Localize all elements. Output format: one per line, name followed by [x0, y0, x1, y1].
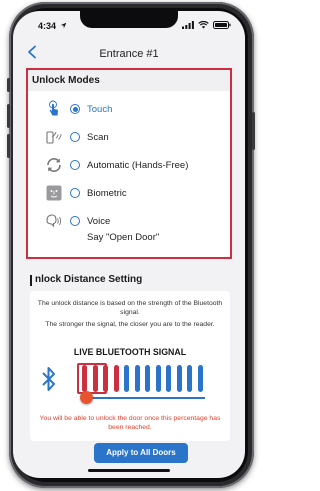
distance-slider-knob[interactable]: [79, 391, 93, 404]
mode-option-biometric[interactable]: Biometric: [28, 184, 230, 204]
status-bar: 4:34: [13, 11, 245, 41]
volume-down-button: [7, 134, 10, 158]
mode-option-touch[interactable]: Touch: [28, 100, 230, 120]
distance-slider-track[interactable]: [86, 397, 205, 399]
scan-phone-icon: [46, 131, 62, 144]
mode-label-biometric: Biometric: [87, 188, 127, 199]
face-id-icon: [46, 185, 62, 201]
distance-section-title: nlock Distance Setting: [35, 274, 143, 285]
signal-title: LIVE BLUETOOTH SIGNAL: [73, 347, 187, 357]
app-screen: 4:34 Entrance #1 Unlock Modes Touch Scan…: [13, 11, 245, 478]
volume-up-button: [7, 104, 10, 128]
power-button: [252, 112, 255, 150]
page-title: Entrance #1: [99, 48, 159, 60]
distance-description: The unlock distance is based on the stre…: [37, 300, 223, 316]
navigation-bar: Entrance #1: [13, 41, 245, 69]
signal-bar: [113, 365, 119, 392]
unlock-modes-header: Unlock Modes: [28, 70, 230, 91]
mode-option-scan[interactable]: Scan: [28, 128, 230, 148]
distance-settings-card: The unlock distance is based on the stre…: [30, 291, 230, 441]
mode-label-scan: Scan: [87, 132, 109, 143]
voice-icon: [46, 214, 62, 228]
auto-sync-icon: [47, 158, 61, 172]
wifi-icon: [198, 21, 209, 29]
mode-option-automatic[interactable]: Automatic (Hands-Free): [28, 156, 230, 176]
signal-bar: [134, 365, 140, 392]
signal-bar: [197, 365, 203, 392]
battery-icon: [213, 21, 231, 29]
signal-bar: [155, 365, 161, 392]
unlock-modes-panel: Unlock Modes Touch Scan Automatic (Hands…: [26, 68, 232, 259]
location-arrow-icon: [60, 22, 67, 29]
mode-label-automatic: Automatic (Hands-Free): [87, 160, 189, 171]
radio-touch[interactable]: [70, 104, 80, 114]
title-cursor: [30, 275, 32, 286]
mode-label-touch: Touch: [87, 104, 113, 115]
apply-to-all-doors-button[interactable]: Apply to All Doors: [94, 443, 188, 463]
notch: [80, 11, 178, 28]
mode-sublabel-voice: Say "Open Door": [87, 232, 160, 243]
mode-option-voice[interactable]: Voice Say "Open Door": [28, 212, 230, 246]
signal-bar: [166, 365, 171, 392]
status-icons: [182, 21, 231, 29]
threshold-warning: You will be able to unlock the door once…: [39, 415, 221, 431]
signal-bar: [145, 365, 150, 392]
mode-label-voice: Voice: [87, 216, 111, 227]
cellular-signal-icon: [182, 21, 194, 29]
signal-strength-description: The stronger the signal, the closer you …: [45, 321, 215, 328]
radio-automatic[interactable]: [70, 160, 80, 170]
radio-voice[interactable]: [70, 216, 80, 226]
signal-bar: [124, 365, 129, 392]
touch-hand-icon: [49, 100, 58, 116]
bluetooth-icon: [42, 367, 55, 391]
signal-threshold-marker: [77, 363, 107, 394]
home-indicator: [88, 469, 170, 472]
signal-bar: [187, 365, 192, 392]
radio-scan[interactable]: [70, 132, 80, 142]
signal-bar: [176, 365, 182, 392]
status-time: 4:34: [38, 21, 57, 31]
radio-biometric[interactable]: [70, 188, 80, 198]
mute-switch: [7, 78, 10, 92]
